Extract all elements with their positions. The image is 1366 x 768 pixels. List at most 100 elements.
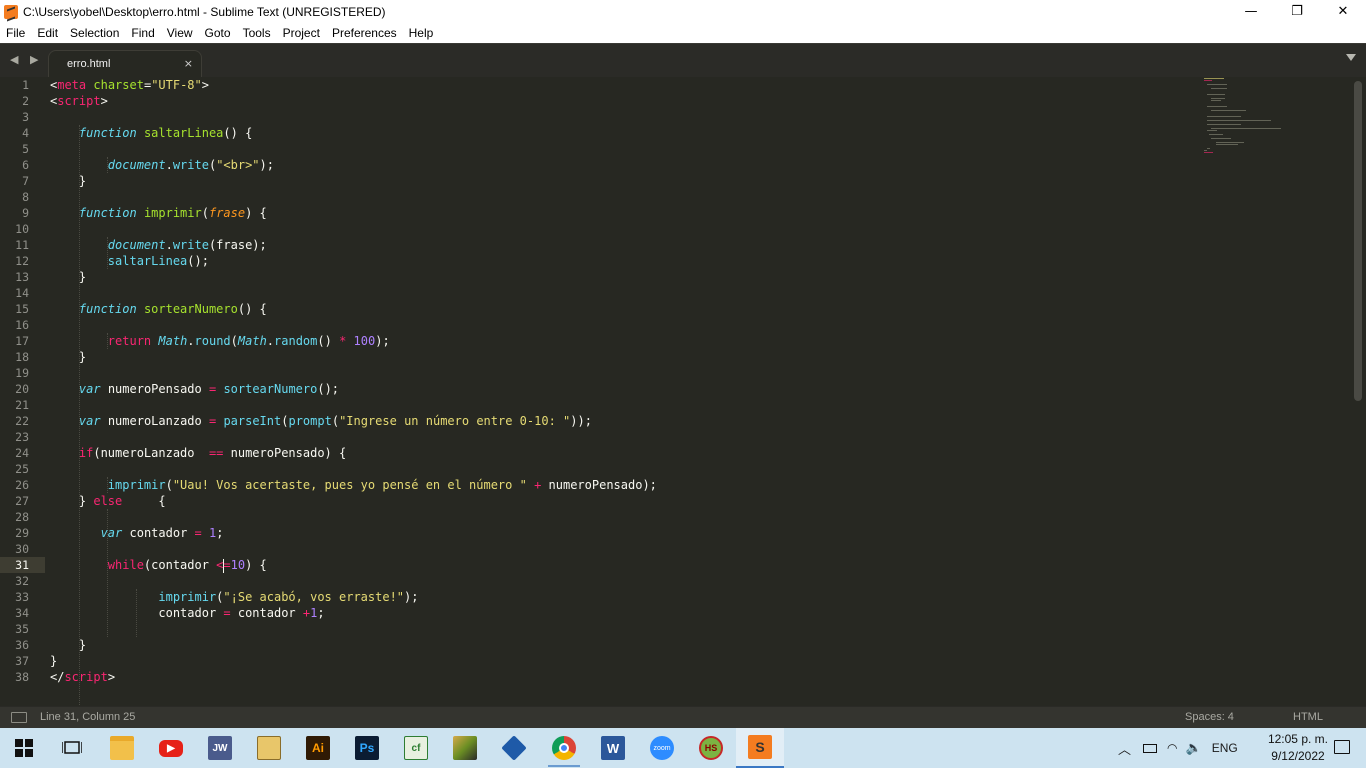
minimap-line [1207, 106, 1227, 107]
tab-list-dropdown-icon[interactable] [1346, 54, 1356, 61]
taskbar-word[interactable]: W [589, 728, 637, 768]
menu-file[interactable]: File [0, 23, 31, 43]
line-number: 4 [22, 126, 29, 140]
taskbar-chrome[interactable] [540, 728, 588, 768]
line-number: 6 [22, 158, 29, 172]
photoshop-icon: Ps [355, 736, 379, 760]
menu-goto[interactable]: Goto [199, 23, 237, 43]
code-line-2: <script> [50, 94, 108, 108]
code-line-27: } else { [50, 494, 166, 508]
minimap-line [1207, 84, 1227, 85]
menu-find[interactable]: Find [125, 23, 160, 43]
syntax-mode[interactable]: HTML [1293, 711, 1323, 723]
editor[interactable]: 1 2 3 4 5 6 7 8 9 10 11 12 13 14 15 16 17 18 19 20 21 22 23 24 2… [0, 77, 1366, 717]
minimap-line [1204, 150, 1207, 151]
taskbar-file-explorer[interactable] [98, 728, 146, 768]
line-number: 29 [15, 526, 29, 540]
start-button[interactable] [0, 728, 48, 768]
minimize-button[interactable]: — [1228, 0, 1274, 23]
minimap[interactable] [1202, 77, 1352, 157]
menu-help[interactable]: Help [403, 23, 440, 43]
line-number: 16 [15, 318, 29, 332]
line-number-gutter: 1 2 3 4 5 6 7 8 9 10 11 12 13 14 15 16 17 18 19 20 21 22 23 24 2… [0, 77, 45, 706]
panel-toggle-icon[interactable] [11, 712, 27, 723]
illustrator-icon: Ai [306, 736, 330, 760]
task-view-button[interactable] [48, 728, 96, 768]
taskbar-youtube[interactable]: ▶ [147, 728, 195, 768]
chrome-icon [552, 736, 576, 760]
system-clock[interactable]: 12:05 p. m. 9/12/2022 [1268, 731, 1328, 765]
minimap-line [1207, 124, 1241, 125]
line-number: 10 [15, 222, 29, 236]
sublime-icon: S [748, 735, 772, 759]
taskbar-sublime[interactable]: S [736, 728, 784, 768]
tab-label: erro.html [67, 58, 111, 70]
taskbar-virtualbox[interactable] [490, 728, 538, 768]
indentation-setting[interactable]: Spaces: 4 [1185, 711, 1234, 723]
youtube-icon: ▶ [159, 739, 183, 757]
taskbar-hs-app[interactable]: HS [687, 728, 735, 768]
documents-folder-icon [257, 736, 281, 760]
code-area[interactable]: <meta charset="UTF-8"> <script> function… [50, 77, 1190, 717]
taskbar-photoshop[interactable]: Ps [343, 728, 391, 768]
volume-icon[interactable]: 🔈 [1186, 741, 1202, 756]
tab-close-icon[interactable]: × [184, 57, 193, 70]
code-line-4: function saltarLinea() { [78, 126, 253, 140]
paint-icon [453, 736, 477, 760]
menu-edit[interactable]: Edit [31, 23, 64, 43]
minimap-line [1204, 152, 1213, 153]
menu-view[interactable]: View [161, 23, 199, 43]
virtualbox-icon [501, 735, 527, 761]
battery-icon[interactable] [1143, 743, 1158, 753]
windows-logo-icon [15, 739, 33, 757]
menu-bar: File Edit Selection Find View Goto Tools… [0, 23, 1366, 43]
taskbar-paint-app[interactable] [441, 728, 489, 768]
status-bar: Line 31, Column 25 Spaces: 4 HTML [0, 706, 1366, 728]
menu-project[interactable]: Project [277, 23, 326, 43]
taskbar-zoom[interactable]: zoom [638, 728, 686, 768]
cf-icon: cf [404, 736, 428, 760]
menu-tools[interactable]: Tools [237, 23, 277, 43]
line-number: 31 [15, 558, 29, 572]
sublime-text-icon [4, 4, 18, 19]
minimap-line [1211, 110, 1246, 111]
line-number: 5 [22, 142, 29, 156]
line-number: 38 [15, 670, 29, 684]
line-number: 7 [22, 174, 29, 188]
line-number: 21 [15, 398, 29, 412]
minimap-line [1207, 130, 1217, 131]
line-number: 18 [15, 350, 29, 364]
taskbar-illustrator[interactable]: Ai [294, 728, 342, 768]
taskbar-jw[interactable]: JW [196, 728, 244, 768]
line-number: 23 [15, 430, 29, 444]
minimap-line [1207, 94, 1225, 95]
menu-selection[interactable]: Selection [64, 23, 125, 43]
line-number: 22 [15, 414, 29, 428]
code-line-34: contador = contador +1; [50, 606, 325, 620]
line-number: 26 [15, 478, 29, 492]
close-button[interactable]: ✕ [1320, 0, 1366, 23]
minimap-line [1207, 116, 1241, 117]
hs-icon: HS [699, 736, 723, 760]
vertical-scrollbar[interactable] [1354, 81, 1362, 401]
code-line-36: } [50, 638, 87, 652]
task-view-icon [62, 741, 82, 754]
taskbar-folder-app[interactable] [245, 728, 293, 768]
tab-erro-html[interactable]: erro.html × [48, 50, 202, 78]
restore-button[interactable]: ❐ [1274, 0, 1320, 23]
code-line-22: var numeroLanzado = parseInt(prompt("Ing… [78, 414, 592, 428]
code-line-29: var contador = 1; [100, 526, 224, 540]
wifi-icon[interactable]: ◠ [1167, 741, 1177, 755]
tab-nav-arrows[interactable]: ◀ ▶ [10, 53, 42, 66]
notifications-icon[interactable] [1334, 740, 1350, 754]
line-number: 28 [15, 510, 29, 524]
code-line-37: } [50, 654, 58, 668]
taskbar-cf-app[interactable]: cf [392, 728, 440, 768]
window-controls: — ❐ ✕ [1228, 0, 1366, 23]
input-language[interactable]: ENG [1212, 741, 1238, 755]
menu-preferences[interactable]: Preferences [326, 23, 403, 43]
chevron-up-icon[interactable]: ︿ [1118, 739, 1131, 758]
line-number: 17 [15, 334, 29, 348]
jw-icon: JW [208, 736, 232, 760]
tab-bar: ◀ ▶ erro.html × [0, 43, 1366, 78]
